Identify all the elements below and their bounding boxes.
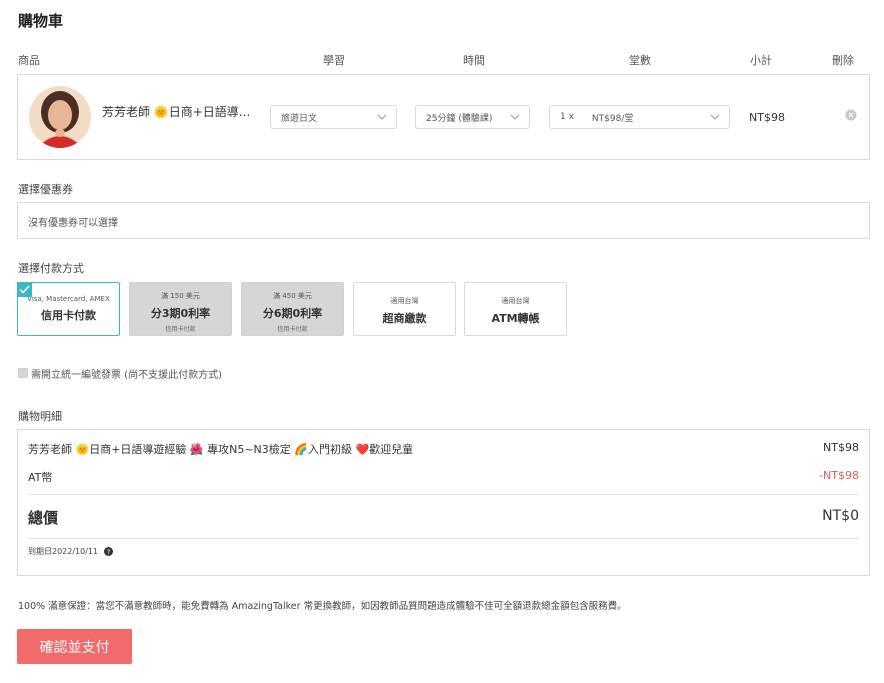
divider [28,538,859,539]
order-details: 芳芳老師 🌞日商+日語導遊經驗 🌺 專攻N5~N3檢定 🌈入門初級 ❤️歡迎兒童… [17,429,870,576]
column-product: 商品 [18,54,40,67]
detail-item-text: 芳芳老師 🌞日商+日語導遊經驗 🌺 專攻N5~N3檢定 🌈入門初級 ❤️歡迎兒童 [28,443,414,456]
payment-6-installments[interactable]: 滿 450 美元 分6期0利率 信用卡付款 [241,282,344,336]
payment-3-installments[interactable]: 滿 150 美元 分3期0利率 信用卡付款 [129,282,232,336]
study-select[interactable]: 旅遊日文 [270,105,397,129]
payment-option-small: Visa, Mastercard, AMEX [27,295,110,303]
cart-item-row: 芳芳老師 🌞日商+日語導... 旅遊日文 25分鐘 (體驗課) 1 x NT$9… [17,74,870,160]
column-delete: 刪除 [832,54,854,67]
time-select-value: 25分鐘 (體驗課) [426,113,493,124]
payment-atm-transfer[interactable]: 適用台灣 ATM轉帳 [464,282,567,336]
payment-option-note: 信用卡付款 [165,326,196,333]
page-title: 購物車 [18,12,64,30]
help-icon[interactable]: ? [103,547,113,556]
payment-label: 選擇付款方式 [18,262,84,275]
expiry-date: 到期日2022/10/11 ? [28,546,113,557]
payment-option-title: ATM轉帳 [491,312,540,325]
payment-option-small: 滿 150 美元 [161,292,200,300]
payment-credit-card[interactable]: Visa, Mastercard, AMEX 信用卡付款 [17,282,120,336]
payment-option-small: 適用台灣 [390,297,419,305]
discount-label: AT幣 [28,471,53,484]
payment-option-title: 信用卡付款 [41,309,96,322]
teacher-avatar[interactable] [29,86,91,148]
divider [28,494,859,495]
payment-option-title: 分6期0利率 [262,307,323,320]
payment-option-title: 分3期0利率 [150,307,211,320]
lessons-price: NT$98/堂 [591,113,634,124]
column-lessons: 堂數 [629,54,651,67]
chevron-down-icon [510,114,520,120]
invoice-label: 需開立統一編號發票 (尚不支援此付款方式) [31,370,222,381]
coupon-select[interactable]: 沒有優惠券可以選擇 [17,202,870,239]
chevron-down-icon [377,114,387,120]
column-subtotal: 小計 [750,54,772,67]
satisfaction-guarantee: 100% 滿意保證：當您不滿意教師時，能免費轉為 AmazingTalker 常… [18,601,627,612]
invoice-checkbox[interactable] [18,368,28,378]
remove-item-icon[interactable] [845,109,857,121]
payment-option-title: 超商繳款 [382,312,427,325]
chevron-down-icon [710,114,720,120]
expiry-text: 到期日2022/10/11 [28,547,99,556]
discount-value: -NT$98 [819,469,859,482]
checkmark-icon [17,282,32,297]
time-select[interactable]: 25分鐘 (體驗課) [415,105,530,129]
payment-option-small: 適用台灣 [501,297,530,305]
column-time: 時間 [463,54,485,67]
total-label: 總價 [28,509,59,527]
column-study: 學習 [323,54,345,67]
total-value: NT$0 [822,508,859,524]
item-subtotal: NT$98 [749,111,785,124]
payment-convenience-store[interactable]: 適用台灣 超商繳款 [353,282,456,336]
lessons-select[interactable]: 1 x NT$98/堂 [549,105,730,129]
svg-text:?: ? [106,548,110,556]
payment-option-note: 信用卡付款 [277,326,308,333]
teacher-name[interactable]: 芳芳老師 🌞日商+日語導... [102,103,252,120]
confirm-pay-button[interactable]: 確認並支付 [17,629,132,664]
details-label: 購物明細 [18,410,62,423]
study-select-value: 旅遊日文 [281,113,318,124]
detail-item-price: NT$98 [823,441,859,454]
lessons-qty: 1 x [560,112,574,122]
payment-option-small: 滿 450 美元 [273,292,312,300]
coupon-label: 選擇優惠券 [18,183,73,196]
